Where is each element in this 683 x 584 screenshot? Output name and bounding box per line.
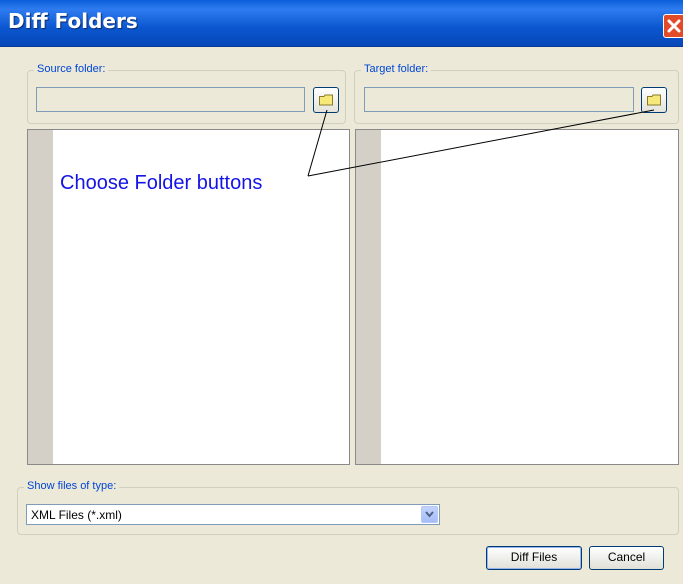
file-type-label: Show files of type: [24,480,120,492]
annotation-label: Choose Folder buttons [60,172,263,194]
cancel-button[interactable]: Cancel [589,546,664,570]
file-type-select[interactable]: XML Files (*.xml) [26,504,440,525]
file-type-selected-value: XML Files (*.xml) [31,508,122,522]
diff-files-button[interactable]: Diff Files [486,546,582,570]
file-type-dropdown-button[interactable] [421,506,438,523]
diff-folders-dialog: Diff Folders Source folder: Target folde… [0,0,683,584]
chevron-down-icon [425,511,434,518]
